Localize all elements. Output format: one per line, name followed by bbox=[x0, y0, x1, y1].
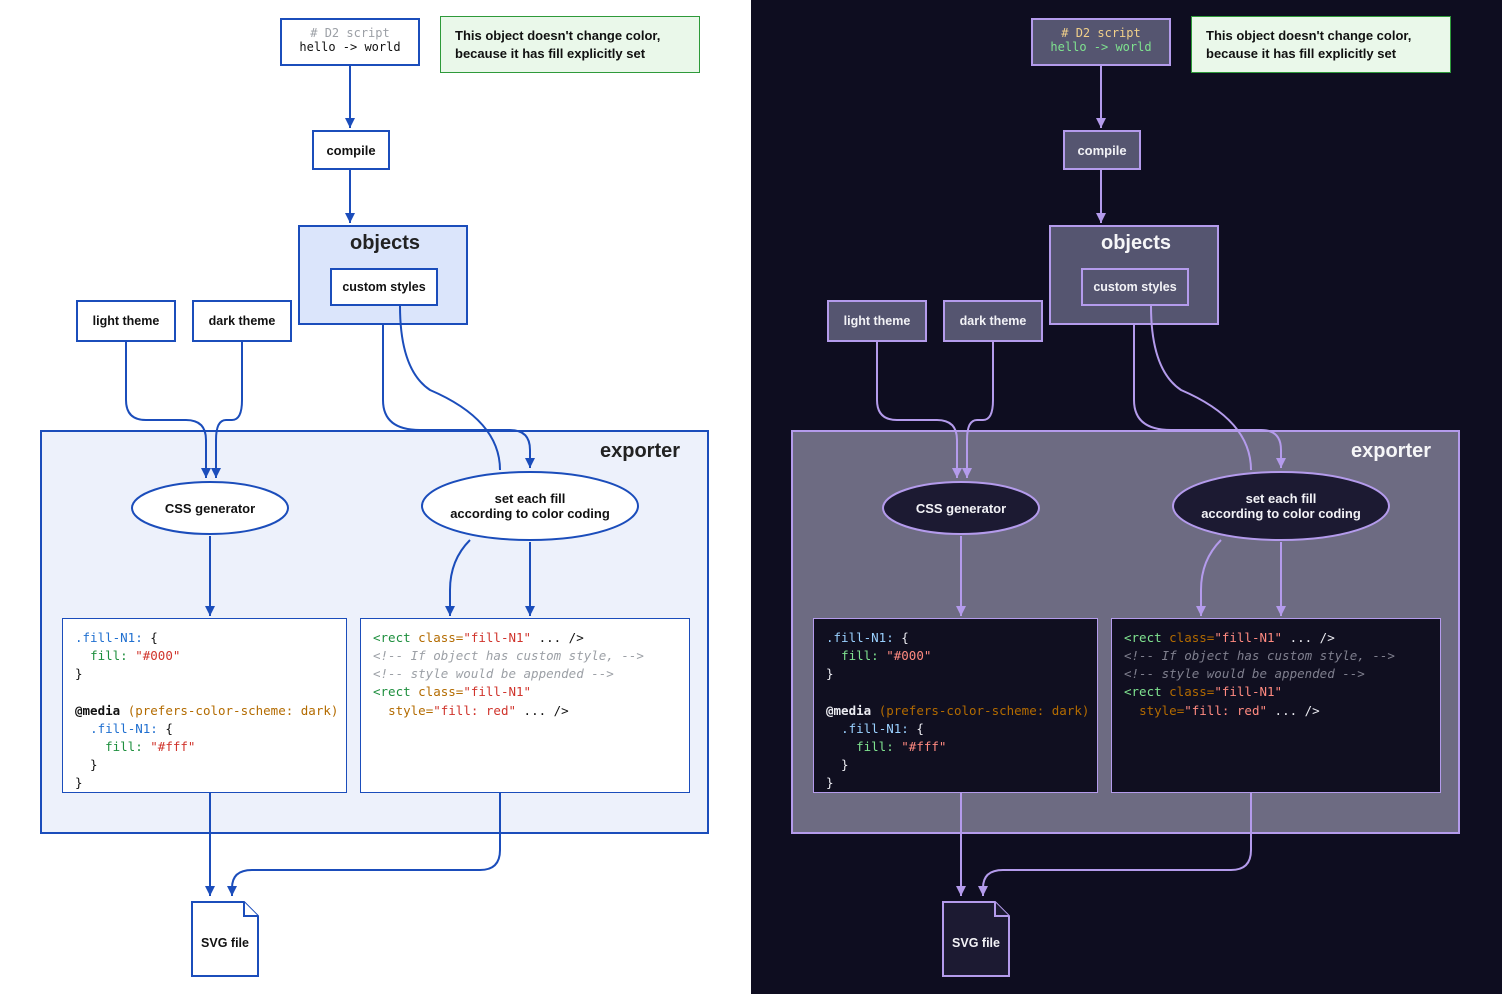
arrows-layer bbox=[0, 0, 751, 994]
arrows-layer bbox=[751, 0, 1502, 994]
light-half: This object doesn't change color, becaus… bbox=[0, 0, 751, 994]
dark-half: This object doesn't change color, becaus… bbox=[751, 0, 1502, 994]
diagram-split: This object doesn't change color, becaus… bbox=[0, 0, 1502, 994]
